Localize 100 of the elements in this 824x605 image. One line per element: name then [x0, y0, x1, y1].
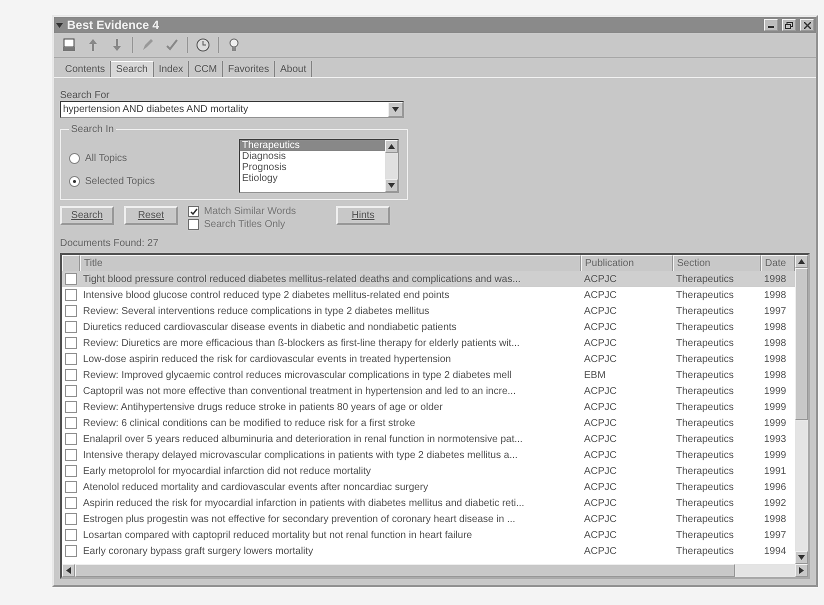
- table-cell-text: Review: Antihypertensive drugs reduce stroke in patients 80 years of age or older: [82, 400, 444, 414]
- table-cell-text: Therapeutics: [675, 512, 735, 526]
- row-checkbox[interactable]: [65, 305, 77, 317]
- list-item[interactable]: Etiology: [240, 173, 385, 184]
- table-cell-text: 1992: [763, 496, 788, 510]
- table-cell-text: 1997: [763, 528, 788, 542]
- minimize-button[interactable]: [764, 19, 778, 31]
- row-checkbox[interactable]: [65, 321, 77, 333]
- restore-icon: [785, 22, 793, 28]
- table-cell-text: 1999: [763, 448, 788, 462]
- row-checkbox[interactable]: [65, 545, 77, 557]
- pen-icon: [140, 37, 156, 53]
- row-checkbox[interactable]: [65, 385, 77, 397]
- table-cell-text: ACPJC: [583, 304, 618, 318]
- check-icon: [164, 37, 180, 53]
- row-checkbox[interactable]: [65, 481, 77, 493]
- table-cell-text: EBM: [583, 368, 607, 382]
- table-cell-text: 1998: [763, 352, 788, 366]
- table-cell-text: 1991: [763, 464, 788, 478]
- table-cell-text: Therapeutics: [675, 304, 735, 318]
- table-cell-text: 1997: [763, 304, 788, 318]
- clock-button[interactable]: [194, 36, 212, 54]
- table-cell-text: Enalapril over 5 years reduced albuminuria and deterioration in renal function in normotensive pat...: [82, 432, 524, 446]
- row-checkbox[interactable]: [65, 353, 77, 365]
- tab[interactable]: CCM: [189, 61, 223, 77]
- close-button[interactable]: [800, 19, 814, 31]
- table-cell-text: 1998: [763, 320, 788, 334]
- radio-option[interactable]: All Topics: [69, 153, 155, 164]
- down-arrow-icon: [388, 183, 395, 188]
- tab[interactable]: Search: [111, 61, 154, 77]
- table-cell-text: Review: Several interventions reduce complications in type 2 diabetes mellitus: [82, 304, 430, 318]
- table-cell-text: ACPJC: [583, 416, 618, 430]
- table-cell-text: Review: 6 clinical conditions can be modified to reduce risk for a first stroke: [82, 416, 416, 430]
- row-checkbox[interactable]: [65, 433, 77, 445]
- row-checkbox[interactable]: [65, 465, 77, 477]
- table-cell-text: Therapeutics: [675, 528, 735, 542]
- table-cell-text: Therapeutics: [675, 416, 735, 430]
- window-title: Best Evidence 4: [67, 18, 160, 32]
- tab[interactable]: Favorites: [222, 61, 276, 77]
- vertical-scrollbar[interactable]: [795, 255, 808, 564]
- documents-found-label: Documents Found: 27: [60, 238, 160, 249]
- list-item[interactable]: Diagnosis: [240, 151, 385, 162]
- table-cell-text: 1999: [763, 400, 788, 414]
- field-label: Search For: [60, 90, 110, 101]
- checkbox-option[interactable]: Search Titles Only: [188, 219, 296, 230]
- table-cell-text: ACPJC: [583, 496, 618, 510]
- table-cell-text: Early metoprolol for myocardial infarction did not reduce mortality: [82, 464, 372, 478]
- column-header[interactable]: Date: [761, 255, 795, 272]
- hints-button[interactable]: Hints: [336, 206, 390, 225]
- checkbox-option[interactable]: Match Similar Words: [188, 206, 296, 217]
- restore-button[interactable]: [782, 19, 796, 31]
- table-cell-text: Intensive therapy delayed microvascular complications in patients with type 2 diabetes mellitus a...: [82, 448, 519, 462]
- horizontal-scrollbar[interactable]: [62, 564, 808, 577]
- table-cell-text: ACPJC: [583, 480, 618, 494]
- table-cell-text: ACPJC: [583, 528, 618, 542]
- table-cell-text: Review: Diuretics are more efficacious than ß-blockers as first-line therapy for elderly patients wit...: [82, 336, 521, 350]
- list-item[interactable]: Therapeutics: [240, 140, 385, 151]
- radio-option[interactable]: Selected Topics: [69, 176, 155, 187]
- up-arrow-icon: [388, 144, 395, 149]
- tab[interactable]: Index: [154, 61, 190, 77]
- column-header[interactable]: Section: [673, 255, 761, 272]
- table-cell-text: 1998: [763, 288, 788, 302]
- row-checkbox[interactable]: [65, 289, 77, 301]
- table-cell-text: Therapeutics: [675, 368, 735, 382]
- table-cell-text: ACPJC: [583, 432, 618, 446]
- row-checkbox[interactable]: [65, 513, 77, 525]
- up-arrow-icon: [798, 259, 805, 264]
- menu-caret-icon: [56, 22, 63, 28]
- table-cell-text: Losartan compared with captopril reduced mortality but not renal function in heart failure: [82, 528, 474, 542]
- row-checkbox[interactable]: [65, 497, 77, 509]
- table-cell-text: ACPJC: [583, 352, 618, 366]
- table-cell-text: 1998: [763, 512, 788, 526]
- list-item[interactable]: Prognosis: [240, 162, 385, 173]
- table-cell: ACPJC: [581, 271, 673, 287]
- table-cell-text: Therapeutics: [675, 464, 735, 478]
- row-checkbox[interactable]: [65, 417, 77, 429]
- search-button[interactable]: Search: [60, 206, 114, 225]
- table-cell: Tight blood pressure control reduced diabetes mellitus-related deaths and complications and was...: [80, 271, 581, 287]
- column-header[interactable]: Publication: [581, 255, 673, 272]
- tab[interactable]: About: [275, 61, 312, 77]
- table-cell-text: Therapeutics: [675, 448, 735, 462]
- row-checkbox[interactable]: [65, 449, 77, 461]
- row-checkbox[interactable]: [65, 401, 77, 413]
- table-cell-text: 1998: [763, 368, 788, 382]
- table-cell-text: 1998: [763, 336, 788, 350]
- reset-button[interactable]: Reset: [124, 206, 178, 225]
- table-cell-text: Atenolol reduced mortality and cardiovascular events after noncardiac surgery: [82, 480, 430, 494]
- row-checkbox[interactable]: [65, 529, 77, 541]
- row-checkbox[interactable]: [65, 337, 77, 349]
- clock-icon: [195, 37, 211, 53]
- row-checkbox[interactable]: [65, 369, 77, 381]
- table-cell-text: Review: Improved glycaemic control reduces microvascular complications in type 2 diabetes mell: [82, 368, 513, 382]
- table-cell-text: Therapeutics: [675, 320, 735, 334]
- table-cell-text: Therapeutics: [675, 336, 735, 350]
- table-cell-text: 1996: [763, 480, 788, 494]
- table-cell-text: Therapeutics: [675, 480, 735, 494]
- search-field[interactable]: hypertension AND diabetes AND mortality: [60, 101, 404, 118]
- table-cell-text: Captopril was not more effective than conventional treatment in hypertension and led to an incre...: [82, 384, 517, 398]
- row-checkbox[interactable]: [65, 273, 77, 285]
- column-header[interactable]: Title: [80, 255, 581, 272]
